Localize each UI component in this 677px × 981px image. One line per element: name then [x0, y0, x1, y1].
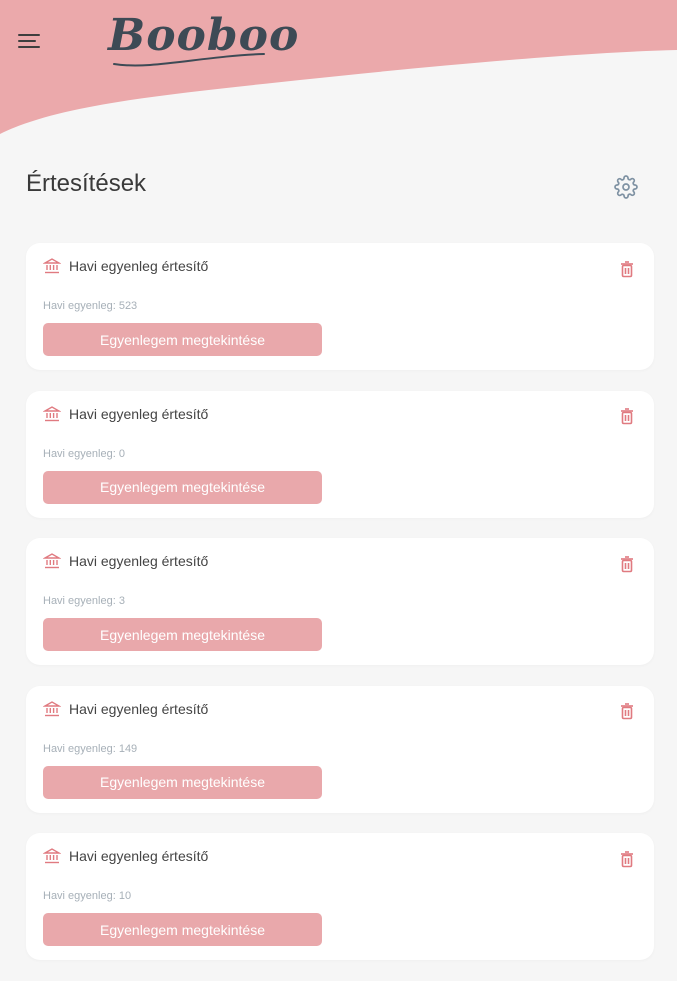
trash-icon — [621, 850, 633, 867]
notification-title: Havi egyenleg értesítő — [69, 405, 209, 422]
logo-swoosh — [113, 53, 265, 67]
delete-button[interactable] — [619, 703, 635, 721]
trash-icon — [621, 408, 633, 425]
bank-icon — [43, 700, 61, 718]
notification-card: Havi egyenleg értesítő Havi egyenleg: 3 … — [26, 538, 654, 665]
delete-button[interactable] — [619, 408, 635, 426]
trash-icon — [621, 555, 633, 572]
notification-title: Havi egyenleg értesítő — [69, 700, 209, 717]
bank-icon — [43, 552, 61, 570]
notification-card: Havi egyenleg értesítő Havi egyenleg: 14… — [26, 685, 654, 813]
view-balance-button[interactable]: Egyenlegem megtekintése — [43, 913, 322, 946]
header-background — [0, 0, 677, 134]
notification-card: Havi egyenleg értesítő Havi egyenleg: 0 … — [26, 390, 654, 518]
balance-text: Havi egyenleg: 3 — [43, 595, 125, 607]
view-balance-button[interactable]: Egyenlegem megtekintése — [43, 765, 322, 799]
notification-title: Havi egyenleg értesítő — [69, 848, 209, 864]
balance-text: Havi egyenleg: 149 — [43, 742, 138, 755]
bank-icon — [43, 405, 61, 423]
trash-icon — [621, 703, 633, 720]
notification-title: Havi egyenleg értesítő — [69, 553, 209, 569]
view-balance-button[interactable]: Egyenlegem megtekintése — [43, 470, 322, 504]
balance-text: Havi egyenleg: 523 — [43, 300, 138, 312]
hamburger-menu-icon — [18, 34, 40, 36]
logo: Booboo — [108, 6, 299, 67]
view-balance-button[interactable]: Egyenlegem megtekintése — [43, 618, 322, 651]
trash-icon — [621, 260, 633, 277]
balance-text: Havi egyenleg: 10 — [43, 890, 132, 902]
delete-button[interactable] — [619, 850, 635, 868]
settings-button[interactable] — [612, 173, 640, 201]
menu-button[interactable] — [18, 28, 50, 54]
bank-icon — [43, 847, 61, 865]
delete-button[interactable] — [619, 555, 635, 573]
view-balance-button[interactable]: Egyenlegem megtekintése — [43, 323, 322, 356]
balance-text: Havi egyenleg: 0 — [43, 447, 125, 460]
bank-icon — [43, 257, 61, 275]
notification-card: Havi egyenleg értesítő Havi egyenleg: 10… — [26, 833, 654, 960]
page-title: Értesítések — [26, 170, 147, 197]
notification-list: Havi egyenleg értesítő Havi egyenleg: 52… — [26, 243, 654, 981]
notification-title: Havi egyenleg értesítő — [69, 258, 209, 274]
gear-icon — [614, 175, 638, 199]
delete-button[interactable] — [619, 260, 635, 278]
notification-card: Havi egyenleg értesítő Havi egyenleg: 52… — [26, 243, 654, 370]
